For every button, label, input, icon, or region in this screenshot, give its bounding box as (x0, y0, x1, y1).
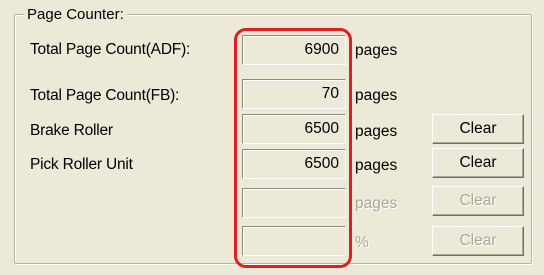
unit-disabled-pages: pages (355, 195, 398, 212)
clear-brake-roller-button[interactable]: Clear (432, 114, 524, 144)
unit-total-page-count-fb: pages (355, 87, 398, 104)
label-total-page-count-fb: Total Page Count(FB): (30, 87, 180, 104)
clear-pick-roller-unit-button[interactable]: Clear (432, 148, 524, 178)
page-counter-panel: Page Counter: Total Page Count(ADF): 690… (0, 0, 544, 275)
total-page-count-fb-field: 70 (242, 79, 346, 109)
total-page-count-adf-field: 6900 (242, 35, 346, 65)
empty-counter-field-2 (242, 226, 346, 256)
empty-counter-field-1 (242, 188, 346, 218)
unit-disabled-percent: % (355, 234, 369, 251)
unit-brake-roller: pages (355, 123, 398, 140)
brake-roller-field: 6500 (242, 114, 346, 144)
unit-pick-roller-unit: pages (355, 157, 398, 174)
clear-disabled-button-2: Clear (432, 226, 524, 256)
pick-roller-unit-field: 6500 (242, 149, 346, 179)
label-total-page-count-adf: Total Page Count(ADF): (30, 41, 191, 58)
unit-total-page-count-adf: pages (355, 42, 398, 59)
group-title: Page Counter: (24, 6, 127, 24)
clear-disabled-button-1: Clear (432, 186, 524, 216)
label-pick-roller-unit: Pick Roller Unit (30, 156, 133, 173)
label-brake-roller: Brake Roller (30, 122, 113, 139)
